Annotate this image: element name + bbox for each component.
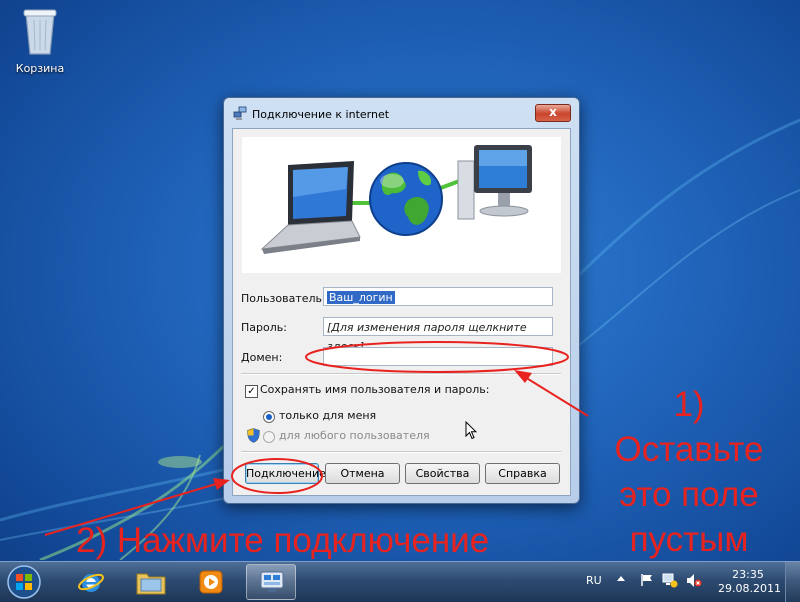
separator	[241, 373, 561, 375]
close-button[interactable]: x	[535, 104, 571, 122]
system-clock[interactable]: 23:35 29.08.2011	[718, 568, 781, 596]
connect-button[interactable]: Подключение	[245, 463, 326, 484]
taskbar-internet-explorer[interactable]	[66, 564, 116, 600]
media-player-icon	[199, 570, 223, 594]
connect-dialog: Подключение к internet x Пользователь: В…	[223, 97, 580, 504]
show-hidden-icons-icon[interactable]	[616, 574, 626, 584]
instruction-note-2: 2) Нажмите подключение	[76, 521, 490, 560]
taskbar-explorer[interactable]	[126, 564, 176, 600]
recycle-bin[interactable]: Корзина	[8, 6, 72, 75]
note1-line: это поле	[619, 475, 759, 514]
start-orb-icon[interactable]	[4, 563, 44, 601]
explorer-folder-icon	[136, 573, 166, 595]
only-me-radio[interactable]	[263, 411, 275, 423]
note1-line: пустым	[629, 520, 749, 559]
uac-shield-icon	[247, 428, 260, 443]
properties-button[interactable]: Свойства	[405, 463, 480, 484]
help-button[interactable]: Справка	[485, 463, 560, 484]
network-connection-icon	[260, 571, 284, 592]
title-bar[interactable]: Подключение к internet x	[224, 98, 579, 128]
domain-label: Домен:	[241, 351, 283, 364]
any-user-label: для любого пользователя	[279, 429, 430, 442]
save-credentials-label: Сохранять имя пользователя и пароль:	[260, 383, 490, 396]
taskbar: RU 23:35 29.08.2011	[0, 561, 800, 602]
recycle-bin-label: Корзина	[15, 62, 65, 75]
internet-explorer-icon	[78, 573, 104, 592]
note1-line: Оставьте	[614, 430, 764, 469]
mouse-cursor-icon	[465, 421, 477, 440]
show-desktop-button[interactable]	[785, 562, 800, 602]
domain-field[interactable]	[323, 347, 553, 366]
recycle-bin-icon	[23, 9, 57, 55]
password-label: Пароль:	[241, 321, 287, 334]
note1-line: 1)	[673, 385, 705, 424]
password-field[interactable]: [Для изменения пароля щелкните здесь]	[323, 317, 553, 353]
user-value: Ваш_логин	[327, 291, 395, 304]
close-icon: x	[549, 105, 557, 119]
taskbar-media-player[interactable]	[186, 564, 236, 600]
globe-icon	[369, 162, 443, 236]
action-center-flag-icon[interactable]	[640, 573, 654, 587]
network-tray-icon[interactable]	[662, 573, 678, 588]
user-label: Пользователь:	[241, 292, 326, 305]
clock-time: 23:35	[732, 568, 764, 581]
taskbar-network-connection[interactable]	[246, 564, 296, 600]
only-me-label: только для меня	[279, 409, 377, 422]
any-user-radio[interactable]	[263, 431, 275, 443]
clock-date: 29.08.2011	[718, 582, 781, 595]
network-connection-icon	[233, 106, 247, 120]
volume-muted-icon[interactable]	[686, 573, 702, 588]
user-field[interactable]: Ваш_логин	[323, 287, 553, 306]
save-credentials-checkbox[interactable]: ✓	[245, 385, 258, 398]
separator	[241, 451, 561, 453]
cancel-button[interactable]: Отмена	[325, 463, 400, 484]
dialog-title: Подключение к internet	[252, 108, 390, 121]
language-indicator[interactable]: RU	[586, 574, 602, 587]
dialog-body: Пользователь: Ваш_логин Пароль: [Для изм…	[232, 128, 571, 496]
network-illustration	[242, 137, 561, 273]
instruction-note-1: 1) Оставьте это поле пустым	[586, 382, 792, 562]
